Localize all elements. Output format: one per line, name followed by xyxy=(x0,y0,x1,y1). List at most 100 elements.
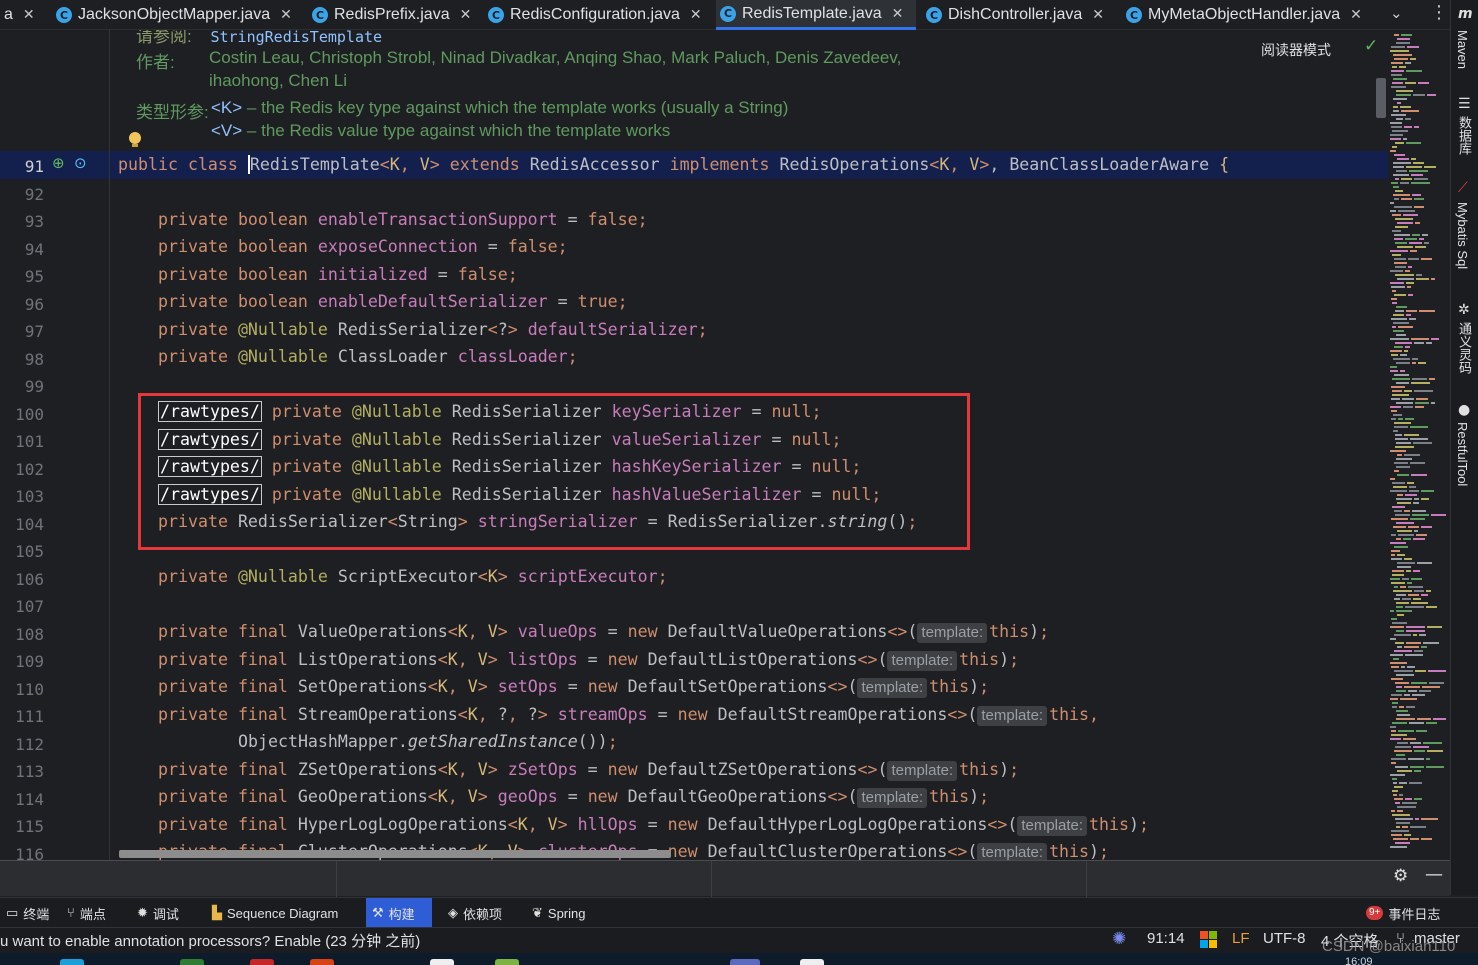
implementation-icon[interactable]: ⊕ xyxy=(52,154,65,172)
tool-terminal[interactable]: ▭ 终端 xyxy=(0,898,55,928)
minimap-line xyxy=(1414,126,1419,128)
minimap-line xyxy=(1394,422,1411,424)
build-icon: ⚒ xyxy=(372,905,384,921)
type-name: SetOperations xyxy=(297,677,428,696)
minimap-line xyxy=(1393,194,1410,196)
type-name: RedisSerializer xyxy=(337,320,488,339)
taskbar-app[interactable] xyxy=(310,959,334,965)
status-message[interactable]: u want to enable annotation processors? … xyxy=(0,930,420,951)
tool-database[interactable]: 数据库 xyxy=(1455,116,1474,155)
close-icon[interactable]: ✕ xyxy=(690,7,702,23)
tab-partial[interactable]: a ✕ xyxy=(0,0,46,30)
close-icon[interactable]: ✕ xyxy=(23,7,35,23)
taskbar-app[interactable] xyxy=(60,959,84,965)
taskbar-app[interactable] xyxy=(180,959,204,965)
tab-redis-configuration[interactable]: C RedisConfiguration.java ✕ xyxy=(484,0,712,30)
minimap-line xyxy=(1391,286,1405,288)
minimap-line xyxy=(1402,826,1408,828)
code-minimap[interactable] xyxy=(1388,30,1450,860)
tool-label: 调试 xyxy=(152,906,179,922)
kw-extends: extends xyxy=(449,155,520,174)
tool-tongyi[interactable]: 通义灵码 xyxy=(1455,322,1474,374)
gear-icon[interactable]: ⚙ xyxy=(1393,866,1408,886)
tongyi-icon: ✲ xyxy=(1458,302,1470,318)
minimap-line xyxy=(1415,222,1420,224)
chevron-down-icon[interactable]: ⌄ xyxy=(1390,4,1403,22)
class-icon: C xyxy=(1126,7,1142,23)
minimap-line xyxy=(1390,250,1408,252)
field-name: classLoader xyxy=(457,347,568,366)
kw-private: private xyxy=(158,760,228,779)
minimap-line xyxy=(1391,830,1409,832)
minimap-line xyxy=(1395,802,1400,804)
lightbulb-icon[interactable] xyxy=(128,132,142,148)
tool-endpoints[interactable]: ⑂ 端点 xyxy=(61,898,112,928)
tool-spring[interactable]: ❦ Spring xyxy=(526,898,591,928)
tab-jackson-object-mapper[interactable]: C JacksonObjectMapper.java ✕ xyxy=(52,0,302,30)
file-encoding[interactable]: UTF-8 xyxy=(1263,930,1306,947)
minimap-line xyxy=(1423,642,1439,644)
minimize-icon[interactable]: — xyxy=(1425,864,1443,885)
minimap-line xyxy=(1394,294,1406,296)
minimap-line xyxy=(1395,310,1404,312)
minimap-line xyxy=(1404,558,1412,560)
class-icon: C xyxy=(926,7,942,23)
tool-mybatis-sql[interactable]: Mybatis Sql xyxy=(1455,202,1470,269)
minimap-line xyxy=(1410,58,1416,60)
minimap-line xyxy=(1406,314,1411,316)
close-icon[interactable]: ✕ xyxy=(892,6,904,22)
tab-my-meta-object-handler[interactable]: C MyMetaObjectHandler.java ✕ xyxy=(1122,0,1384,30)
close-icon[interactable]: ✕ xyxy=(460,7,472,23)
taskbar-app[interactable] xyxy=(800,959,824,965)
vertical-scrollbar[interactable] xyxy=(1376,78,1386,118)
minimap-line xyxy=(1390,338,1409,340)
caret-position[interactable]: 91:14 xyxy=(1147,930,1185,947)
tool-debug[interactable]: ✹ 调试 xyxy=(131,898,185,928)
minimap-line xyxy=(1395,218,1413,220)
close-icon[interactable]: ✕ xyxy=(280,7,292,23)
taskbar-app[interactable] xyxy=(495,959,519,965)
minimap-line xyxy=(1397,646,1402,648)
minimap-line xyxy=(1396,118,1403,120)
reader-mode-button[interactable]: 阅读器模式 xyxy=(1261,40,1331,60)
minimap-line xyxy=(1412,234,1420,236)
more-vertical-icon[interactable]: ⋮ xyxy=(1430,2,1448,23)
tool-event-log[interactable]: 9+ 事件日志 xyxy=(1360,898,1446,928)
tab-dish-controller[interactable]: C DishController.java ✕ xyxy=(922,0,1120,30)
code-line-110: private final SetOperations<K, V> setOps… xyxy=(158,677,990,698)
minimap-line xyxy=(1405,82,1416,84)
tool-restful[interactable]: RestfulTool xyxy=(1455,422,1470,486)
param-hint: template: xyxy=(887,651,958,671)
minimap-line xyxy=(1406,630,1425,632)
close-icon[interactable]: ✕ xyxy=(1350,7,1362,23)
tool-maven[interactable]: Maven xyxy=(1455,30,1470,69)
doc-see-link[interactable]: StringRedisTemplate xyxy=(210,30,382,46)
taskbar-app[interactable] xyxy=(730,959,760,965)
line-separator[interactable]: LF xyxy=(1232,930,1250,947)
tool-sequence-diagram[interactable]: ▙ Sequence Diagram xyxy=(206,898,344,928)
type-param-k: K xyxy=(389,155,400,174)
minimap-line xyxy=(1414,770,1421,772)
minimap-line xyxy=(1392,378,1410,380)
code-editor[interactable]: 请参阅: StringRedisTemplate 作者: Costin Leau… xyxy=(0,30,1388,860)
tab-label: RedisConfiguration.java xyxy=(510,6,680,23)
taskbar-app[interactable] xyxy=(250,959,274,965)
taskbar-app[interactable] xyxy=(430,959,454,965)
tool-build[interactable]: ⚒ 构建 xyxy=(366,898,432,928)
minimap-line xyxy=(1409,486,1416,488)
minimap-line xyxy=(1397,502,1411,504)
close-icon[interactable]: ✕ xyxy=(1092,7,1104,23)
minimap-line xyxy=(1413,442,1432,444)
minimap-line xyxy=(1397,494,1403,496)
ai-assistant-icon[interactable]: ✺ xyxy=(1112,929,1126,949)
tab-redis-template[interactable]: C RedisTemplate.java ✕ xyxy=(716,0,916,30)
minimap-line xyxy=(1396,826,1400,828)
horizontal-scrollbar[interactable] xyxy=(119,850,671,858)
tool-dependencies[interactable]: ◈ 依赖项 xyxy=(442,898,508,928)
minimap-line xyxy=(1398,326,1413,328)
line-number: 96 xyxy=(24,294,44,314)
override-icon[interactable]: ⊙ xyxy=(74,154,87,172)
tab-redis-prefix[interactable]: C RedisPrefix.java ✕ xyxy=(308,0,478,30)
doc-v-desc: – the Redis value type against which the… xyxy=(242,121,671,140)
minimap-line xyxy=(1413,538,1425,540)
